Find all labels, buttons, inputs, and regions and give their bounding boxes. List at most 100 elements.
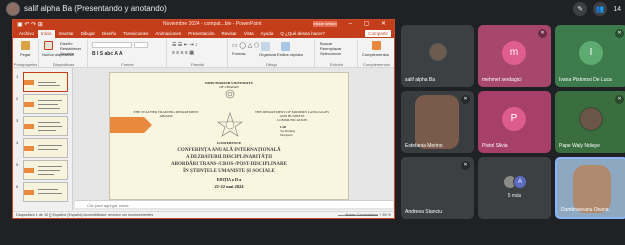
participant-tile[interactable]: m ✕ mehmet serdagici (478, 25, 551, 87)
addins-icon[interactable] (372, 41, 381, 50)
participant-tile[interactable]: ✕ Andreea Stanciu (401, 157, 474, 219)
shapes-gallery[interactable]: ▭ ◯ △ ⬠ (232, 42, 259, 49)
font-group: B I S abc A A Fuente (89, 39, 167, 67)
addins-group: Complementos Complementos (359, 39, 394, 67)
paste-icon[interactable] (21, 41, 30, 50)
paste-button[interactable]: Pegar (20, 52, 31, 57)
paragraph-group: ☰ ☰ ⇤ ⇥ ↕ ≡ ≡ ≡ ≡ ▦ Párrafo (168, 39, 228, 67)
slide-thumbnail[interactable] (23, 160, 68, 180)
arrange-button[interactable]: Organizar (259, 52, 277, 57)
section-button[interactable]: Sección (60, 51, 74, 56)
thumbnail-number: 2 (16, 96, 19, 101)
participant-tile[interactable]: Dumbraveanu Oxana (555, 157, 625, 219)
slide-thumbnail[interactable] (23, 94, 68, 114)
participant-tile[interactable]: ✕ Pape Waly Ndiaye (555, 91, 625, 153)
new-slide-icon[interactable] (44, 41, 53, 50)
tab-help[interactable]: Ayuda (258, 30, 277, 38)
share-button[interactable]: Compartir (365, 30, 391, 37)
pin-icon[interactable]: ✎ (573, 2, 588, 16)
participant-tile[interactable]: I ✕ Ivana Pistorosi De Luca (555, 25, 625, 87)
tab-insert[interactable]: Insertar (56, 30, 77, 38)
tab-design[interactable]: Diseño (99, 30, 119, 38)
slide-conference-label: CONFERENCE (216, 141, 242, 145)
orange-arrow-shape (110, 117, 152, 133)
quick-styles-icon[interactable] (281, 42, 290, 51)
status-right: Notas Comentarios + 55 % (345, 213, 391, 217)
thumbnail-number: 4 (16, 140, 19, 145)
slide-thumbnail[interactable] (23, 72, 68, 92)
notes-pane[interactable]: Clic para agregar notas (75, 200, 393, 208)
tab-home[interactable]: Inicio (38, 30, 55, 38)
clipboard-group: Pegar Portapapeles (13, 39, 39, 67)
slide-date: 21-22 mai 2024 (214, 184, 244, 189)
tell-me-search[interactable]: Q ¿Qué desea hacer? (277, 30, 328, 38)
participant-avatar: P (502, 107, 526, 131)
slide-right-department: THE DEPARTMENT OF MODERN LANGUAGES AND B… (252, 110, 332, 122)
thumbnail-row[interactable]: 1 (15, 72, 71, 94)
thumbnail-number: 6 (16, 184, 19, 189)
group-label: Fuente (121, 62, 134, 67)
thumbnail-number: 5 (16, 162, 19, 167)
participant-photo (579, 107, 603, 131)
thumbnail-row[interactable]: 6 (15, 182, 71, 204)
tab-file[interactable]: Archivo (16, 30, 37, 38)
tab-draw[interactable]: Dibujar (78, 30, 98, 38)
font-name-dropdown[interactable] (92, 42, 132, 48)
mic-off-icon: ✕ (615, 29, 624, 38)
signin-button[interactable]: Iniciar sesión (313, 21, 337, 27)
editing-group: Buscar Reemplazar Seleccionar Edición (316, 39, 358, 67)
quick-access-icons[interactable]: ▣ ↶ ↷ ⊞ (17, 21, 43, 28)
shapes-button[interactable]: Formas (232, 51, 246, 56)
lab-line3: Marquand (280, 133, 293, 137)
presenter-avatar (6, 2, 20, 16)
participant-tile[interactable]: P Pistol Silvia (478, 91, 551, 153)
people-icon[interactable]: 👥 (593, 2, 608, 16)
thumbnail-row[interactable]: 4 (15, 138, 71, 160)
group-label: Párrafo (190, 62, 205, 67)
tab-slideshow[interactable]: Presentación (185, 30, 217, 38)
arrange-icon[interactable] (261, 42, 270, 51)
slide-thumbnails: 1 2 3 4 5 6 (13, 68, 73, 210)
dept-right-line1: THE DEPARTMENT OF MODERN LANGUAGES AND B… (254, 110, 330, 118)
current-slide[interactable]: JOHN MARCHI UNIVERSITY OF CHAVAN THE TEA… (109, 72, 349, 200)
participant-tile[interactable]: ✕ Estefania Merino (401, 91, 474, 153)
group-label: Diapositivas (52, 62, 75, 67)
tab-view[interactable]: Vista (241, 30, 257, 38)
font-size-dropdown[interactable] (134, 42, 148, 48)
more-avatar-letter: A (513, 175, 527, 189)
tab-transitions[interactable]: Transiciones (120, 30, 151, 38)
meet-topbar: salif alpha Ba (Presentando y anotando) … (0, 0, 625, 18)
select-button[interactable]: Seleccionar (320, 51, 341, 56)
thumbnail-row[interactable]: 2 (15, 94, 71, 116)
thumbnail-row[interactable]: 3 (15, 116, 71, 138)
slide-thumbnail[interactable] (23, 116, 68, 136)
participant-name: Pistol Silvia (482, 143, 508, 149)
align-buttons[interactable]: ≡ ≡ ≡ ≡ ▦ (172, 50, 194, 56)
addins-button[interactable]: Complementos (362, 52, 389, 57)
group-label: Portapapeles (13, 62, 38, 67)
participant-tile[interactable]: salif alpha Ba (401, 25, 474, 87)
slide-thumbnail[interactable] (23, 182, 68, 202)
format-buttons[interactable]: B I S abc A A (92, 51, 123, 57)
ppt-status-bar: Diapositiva 1 de 10 [] Español (España) … (13, 211, 394, 218)
group-label: Dibujo (265, 62, 278, 67)
slide-thumbnail[interactable] (23, 138, 68, 158)
document-title: Noviembre 2024 - compat...ble - PowerPoi… (163, 21, 262, 27)
slide-title-line1: CONFERINȚA ANUALĂ INTERNAȚIONALĂ (177, 148, 281, 153)
ribbon-tabs: Archivo Inicio Insertar Dibujar Diseño T… (13, 29, 394, 38)
mic-off-icon: ✕ (615, 95, 624, 104)
mic-off-icon: ✕ (461, 161, 470, 170)
quick-styles-button[interactable]: Estilos rápidos (277, 52, 303, 57)
participant-avatar: m (502, 41, 526, 65)
more-participants-tile[interactable]: A 5 más (478, 157, 551, 219)
participant-name: salif alpha Ba (405, 77, 436, 83)
ornament-star-icon (217, 112, 243, 137)
list-buttons[interactable]: ☰ ☰ ⇤ ⇥ ↕ (172, 42, 197, 48)
tab-review[interactable]: Revisar (218, 30, 239, 38)
window-controls[interactable]: – ▢ ✕ (349, 20, 391, 27)
tab-animations[interactable]: Animaciones (152, 30, 184, 38)
participant-photo (429, 43, 447, 61)
thumbnail-row[interactable]: 5 (15, 160, 71, 182)
participant-name: Estefania Merino (405, 143, 443, 149)
slides-group: Nueva diapositiva Diseño Restablecer Sec… (40, 39, 88, 67)
